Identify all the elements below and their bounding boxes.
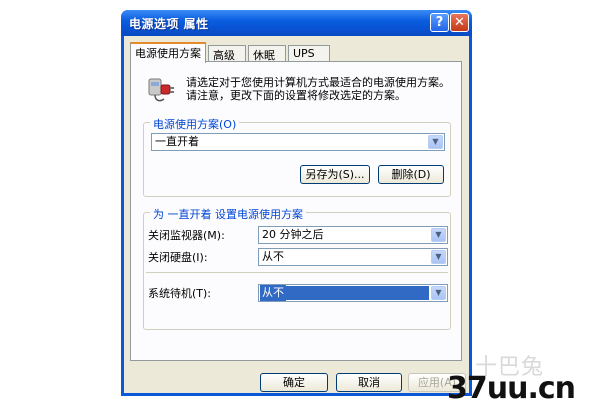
standby-select[interactable]: 从不 ▼ [258,284,448,302]
harddisk-off-label: 关闭硬盘(I): [148,251,208,264]
chevron-down-icon[interactable]: ▼ [431,286,446,300]
scheme-group-label: 电源使用方案(O) [150,116,240,132]
settings-group-label: 为 一直开着 设置电源使用方案 [150,206,306,222]
divider [146,272,448,273]
tab-power-schemes[interactable]: 电源使用方案 [130,42,206,63]
monitor-off-select[interactable]: 20 分钟之后 ▼ [258,226,448,244]
monitor-off-value: 20 分钟之后 [262,228,324,241]
save-as-button[interactable]: 另存为(S)... [300,165,370,184]
help-button[interactable]: ? [430,13,449,32]
dialog-client-area: 电源使用方案 高级 休眠 UPS 请选定对于您使用计算机方式最适合的电源使用方案… [124,36,469,393]
scheme-select[interactable]: 一直开着 ▼ [151,133,445,151]
power-plug-icon [148,78,174,102]
chevron-down-icon[interactable]: ▼ [431,228,446,242]
settings-group: 为 一直开着 设置电源使用方案 关闭监视器(M): 20 分钟之后 ▼ 关闭硬盘… [143,206,451,330]
ok-button[interactable]: 确定 [260,373,328,392]
tab-hibernate[interactable]: 休眠 [248,45,286,62]
chevron-down-icon[interactable]: ▼ [431,250,446,264]
chevron-down-icon[interactable]: ▼ [428,135,443,149]
title-bar[interactable]: 电源选项 属性 ? ✕ [121,10,472,36]
window-title: 电源选项 属性 [129,17,209,31]
power-options-dialog: 电源选项 属性 ? ✕ 电源使用方案 高级 休眠 UPS 请选定对于您使用计算机… [121,10,472,396]
harddisk-off-value: 从不 [262,250,284,263]
standby-value: 从不 [260,285,286,301]
tab-panel: 请选定对于您使用计算机方式最适合的电源使用方案。请注意，更改下面的设置将修改选定… [130,61,462,361]
monitor-off-label: 关闭监视器(M): [148,229,225,242]
delete-button[interactable]: 删除(D) [378,165,444,184]
scheme-select-value: 一直开着 [155,135,199,148]
tab-advanced[interactable]: 高级 [208,45,246,62]
close-button[interactable]: ✕ [450,13,469,32]
watermark-site: 37uu.cn [447,371,576,406]
tab-ups[interactable]: UPS [288,45,330,61]
cancel-button[interactable]: 取消 [336,373,402,392]
description-text: 请选定对于您使用计算机方式最适合的电源使用方案。请注意，更改下面的设置将修改选定… [186,76,450,102]
standby-label: 系统待机(T): [148,287,212,300]
scheme-group: 电源使用方案(O) 一直开着 ▼ 另存为(S)... 删除(D) [143,116,451,197]
harddisk-off-select[interactable]: 从不 ▼ [258,248,448,266]
